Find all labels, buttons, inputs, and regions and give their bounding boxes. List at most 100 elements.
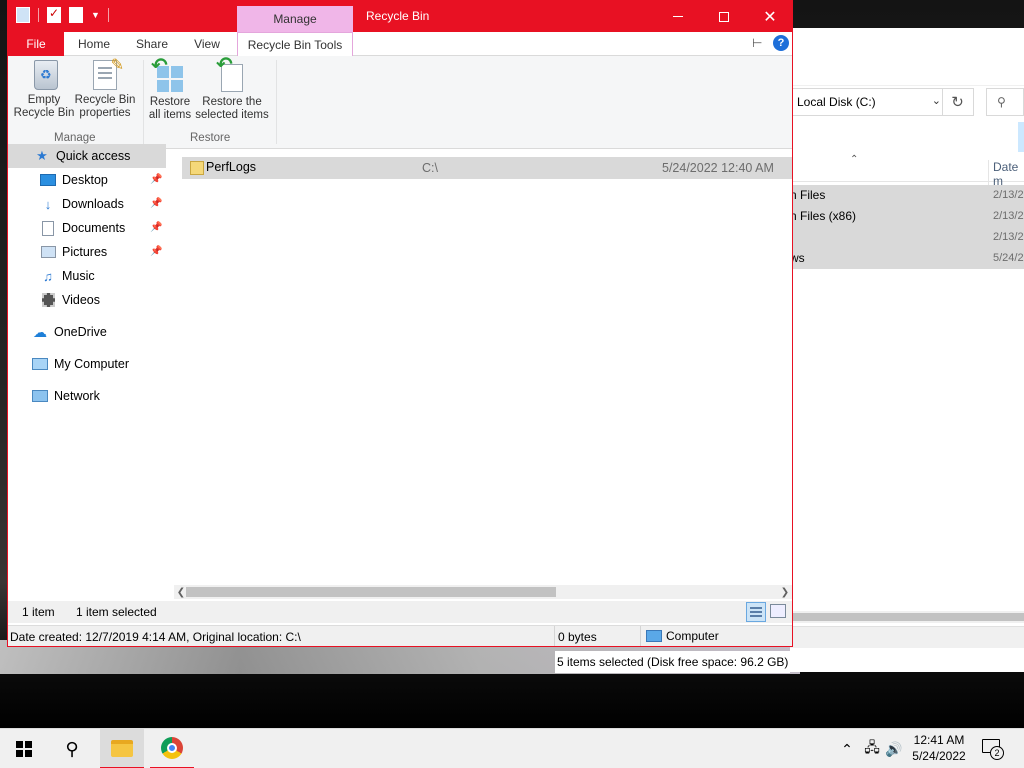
bg-address-text: Local Disk (C:) — [797, 95, 876, 109]
recycle-bin-window[interactable]: ▼ Manage Recycle Bin ✕ File Home Share V… — [7, 0, 793, 647]
properties-label-2: properties — [79, 107, 131, 119]
videos-icon — [40, 292, 56, 308]
show-hidden-icons-button[interactable]: ⌃ — [838, 729, 856, 768]
recycle-bin-icon — [16, 7, 30, 23]
nav-item-videos[interactable]: Videos — [8, 288, 166, 312]
nav-item-music[interactable]: ♫ Music — [8, 264, 166, 288]
tab-file[interactable]: File — [8, 32, 64, 56]
tab-recycle-bin-tools[interactable]: Recycle Bin Tools — [237, 32, 353, 57]
help-icon[interactable]: ? — [773, 35, 789, 51]
empty-bin-icon — [34, 60, 58, 90]
bg-column-header: ⌃ Date m — [790, 152, 1024, 188]
start-button[interactable] — [0, 729, 48, 768]
bg-file-row[interactable]: 2/13/2 — [790, 227, 1024, 248]
sort-up-icon: ⌃ — [850, 154, 859, 165]
customize-toolbar-icon[interactable]: ▼ — [91, 10, 100, 20]
large-icons-view-icon[interactable] — [770, 604, 786, 618]
nav-item-onedrive[interactable]: ☁ OneDrive — [8, 320, 166, 344]
computer-icon — [32, 356, 48, 372]
nav-item-pictures[interactable]: Pictures 📌 — [8, 240, 166, 264]
nav-item-network[interactable]: Network — [8, 384, 166, 408]
bg-column-date[interactable]: Date m — [988, 160, 1024, 188]
bg-file-date: 5/24/2 — [993, 252, 1024, 264]
nav-item-desktop[interactable]: Desktop 📌 — [8, 168, 166, 192]
taskbar: ⚲ ⌃ 🖧 🔊 12:41 AM 5/24/2022 2 — [0, 728, 1024, 768]
recycle-bin-properties-button[interactable]: Recycle Bin properties — [74, 59, 136, 120]
bg-scroll-thumb[interactable] — [790, 613, 1024, 621]
details-view-icon[interactable] — [746, 602, 766, 622]
status-bar: 1 item 1 item selected — [8, 601, 792, 623]
volume-button[interactable]: 🔊 — [884, 729, 904, 768]
scroll-right-icon[interactable]: ❯ — [778, 585, 792, 599]
pin-icon[interactable]: 📌 — [150, 174, 162, 185]
close-button[interactable]: ✕ — [747, 1, 792, 32]
desktop-icon — [40, 172, 56, 188]
restore-all-label-2: all items — [148, 109, 192, 121]
search-icon[interactable]: ⚲ — [986, 88, 1024, 116]
nav-label: Documents — [62, 221, 126, 235]
nav-label: Desktop — [62, 173, 108, 187]
nav-item-downloads[interactable]: ↓ Downloads 📌 — [8, 192, 166, 216]
bg-file-name: n Files — [790, 188, 826, 202]
nav-item-quick-access[interactable]: ★ Quick access — [8, 144, 166, 168]
minimize-button[interactable] — [655, 1, 701, 32]
restore-all-label-1: Restore — [149, 96, 191, 108]
restore-selected-items-button[interactable]: ↶ Restore the selected items — [194, 55, 270, 122]
nav-label: Pictures — [62, 245, 108, 259]
computer-icon — [646, 630, 662, 642]
empty-recycle-bin-button[interactable]: Empty Recycle Bin — [12, 60, 76, 120]
pin-icon[interactable]: 📌 — [150, 198, 162, 209]
file-list[interactable]: PerfLogs C:\ 5/24/2022 12:40 AM — [174, 149, 792, 585]
clock-time: 12:41 AM — [913, 733, 965, 747]
bg-file-name: n Files (x86) — [790, 209, 857, 223]
status-divider — [640, 626, 641, 646]
bg-horizontal-scrollbar[interactable] — [790, 611, 1024, 623]
file-row[interactable]: PerfLogs C:\ 5/24/2022 12:40 AM — [182, 157, 792, 179]
close-icon: ✕ — [763, 8, 777, 26]
title-bar[interactable]: ▼ Manage Recycle Bin ✕ — [8, 1, 792, 32]
nav-label: Quick access — [56, 149, 131, 163]
clock[interactable]: 12:41 AM 5/24/2022 — [908, 732, 970, 764]
horizontal-scrollbar[interactable]: ❮ ❯ — [174, 585, 792, 599]
search-button[interactable]: ⚲ — [48, 729, 96, 768]
nav-label: My Computer — [54, 357, 130, 371]
taskbar-file-explorer[interactable] — [100, 729, 144, 768]
properties-icon[interactable] — [47, 6, 61, 23]
new-folder-icon[interactable] — [69, 7, 83, 23]
windows-logo-icon — [16, 741, 32, 757]
restore-arrow-icon: ↶ — [151, 55, 168, 77]
refresh-icon[interactable]: ↻ — [942, 89, 972, 115]
background-explorer-window[interactable]: Local Disk (C:) ⌄ ↻ ⚲ ⌃ Date m n Files 2… — [790, 28, 1024, 672]
bg-file-row[interactable]: ws 5/24/2 — [790, 248, 1024, 269]
nav-label: Music — [62, 269, 95, 283]
bg-selection-band — [1018, 122, 1024, 152]
pin-ribbon-icon[interactable]: ⊢ — [752, 36, 762, 50]
restore-all-items-button[interactable]: ↶ Restore all items — [146, 55, 194, 122]
action-center-button[interactable]: 2 — [982, 739, 1004, 760]
notification-count: 2 — [990, 746, 1004, 760]
chevron-down-icon[interactable]: ⌄ — [932, 94, 941, 107]
item-location-label: Computer — [666, 629, 719, 643]
quick-access-toolbar: ▼ — [16, 6, 109, 23]
bg-file-date: 2/13/2 — [993, 210, 1024, 222]
bg-ribbon — [790, 28, 1024, 86]
qat-separator — [107, 8, 109, 22]
pin-icon[interactable]: 📌 — [150, 222, 162, 233]
bg-file-row[interactable]: n Files (x86) 2/13/2 — [790, 206, 1024, 227]
nav-item-documents[interactable]: Documents 📌 — [8, 216, 166, 240]
status-divider — [554, 626, 555, 646]
pin-icon[interactable]: 📌 — [150, 246, 162, 257]
maximize-button[interactable] — [701, 1, 747, 32]
window-title: Recycle Bin — [366, 9, 430, 23]
volume-icon: 🔊 — [885, 740, 903, 757]
tab-view[interactable]: View — [186, 32, 228, 56]
tab-share[interactable]: Share — [130, 32, 174, 56]
taskbar-chrome[interactable] — [150, 729, 194, 768]
scroll-thumb[interactable] — [186, 587, 556, 597]
bg-status-bar — [790, 626, 1024, 648]
onedrive-icon: ☁ — [33, 323, 47, 340]
network-tray-button[interactable]: 🖧 — [862, 729, 882, 768]
bg-file-row[interactable]: n Files 2/13/2 — [790, 185, 1024, 206]
tab-home[interactable]: Home — [70, 32, 118, 56]
nav-item-my-computer[interactable]: My Computer — [8, 352, 166, 376]
